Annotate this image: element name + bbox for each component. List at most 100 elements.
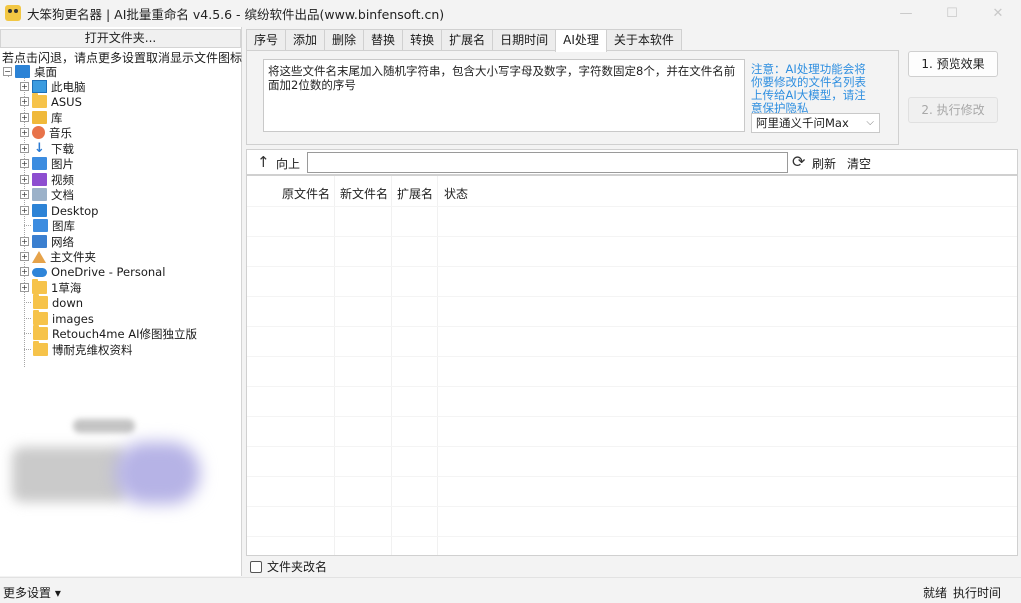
- refresh-button[interactable]: 刷新: [812, 155, 836, 172]
- tab-bar: 序号 添加 删除 替换 转换 扩展名 日期时间 AI处理 关于本软件: [246, 29, 682, 52]
- expand-toggle[interactable]: +: [20, 283, 29, 292]
- refresh-icon[interactable]: ⟳: [792, 152, 805, 171]
- desktop-icon: [15, 65, 30, 78]
- file-list-table[interactable]: 原文件名 新文件名 扩展名 状态: [246, 175, 1018, 556]
- tab-about[interactable]: 关于本软件: [605, 29, 682, 51]
- expand-toggle[interactable]: +: [20, 113, 29, 122]
- title-bar: 大笨狗更名器 | AI批量重命名 v4.5.6 - 缤纷软件出品(www.bin…: [0, 0, 1021, 26]
- model-select[interactable]: 阿里通义千问Max ⌵: [751, 113, 880, 133]
- tab-replace[interactable]: 替换: [363, 29, 404, 51]
- tree-item-images[interactable]: images: [33, 310, 94, 326]
- folder-icon: [33, 341, 48, 356]
- expand-toggle[interactable]: +: [20, 159, 29, 168]
- tab-extension[interactable]: 扩展名: [441, 29, 494, 51]
- tree-item-label: down: [52, 295, 84, 310]
- column-header-original-name[interactable]: 原文件名: [282, 185, 330, 202]
- expand-toggle[interactable]: +: [20, 267, 29, 276]
- tree-item-label: OneDrive - Personal: [51, 264, 166, 279]
- app-logo-icon: [5, 5, 21, 21]
- tree-item-label: 视频: [51, 172, 74, 187]
- tree-item-label: 音乐: [49, 125, 72, 140]
- tree-item-videos[interactable]: + 视频: [20, 172, 74, 187]
- expand-toggle[interactable]: +: [20, 97, 29, 106]
- desktop-folder-icon: [32, 204, 47, 217]
- expand-toggle[interactable]: +: [20, 206, 29, 215]
- maximize-button[interactable]: ☐: [929, 0, 975, 26]
- expand-toggle[interactable]: +: [20, 82, 29, 91]
- tree-item-label: 图库: [52, 218, 75, 233]
- tree-item-library[interactable]: + 库: [20, 110, 63, 125]
- clear-button[interactable]: 清空: [847, 155, 871, 172]
- pictures-icon: [32, 157, 47, 170]
- column-header-new-name[interactable]: 新文件名: [340, 185, 388, 202]
- tree-item-caohai[interactable]: + 1草海: [20, 279, 81, 295]
- folder-rename-option[interactable]: 文件夹改名: [250, 558, 327, 575]
- tab-add[interactable]: 添加: [285, 29, 326, 51]
- tree-item-label: images: [52, 311, 94, 326]
- blurred-region: [115, 442, 200, 504]
- expand-toggle[interactable]: +: [20, 175, 29, 184]
- tab-ai-processing[interactable]: AI处理: [555, 29, 607, 52]
- tree-item-pictures[interactable]: + 图片: [20, 156, 74, 171]
- tree-item-downloads[interactable]: + ↓ 下载: [20, 141, 74, 156]
- tree-item-label: 库: [51, 110, 63, 125]
- tab-datetime[interactable]: 日期时间: [492, 29, 557, 51]
- more-settings-button[interactable]: 更多设置 ▾: [3, 584, 61, 601]
- privacy-notice: 注意：AI处理功能会将你要修改的文件名列表上传给AI大模型，请注意保护隐私: [751, 62, 866, 115]
- tree-item-desktop-folder[interactable]: + Desktop: [20, 203, 98, 218]
- tab-convert[interactable]: 转换: [402, 29, 443, 51]
- folder-icon: [33, 294, 48, 309]
- tree-item-gallery[interactable]: 图库: [33, 218, 75, 233]
- expand-toggle[interactable]: +: [20, 252, 29, 261]
- up-button[interactable]: 向上: [276, 155, 300, 172]
- expand-toggle[interactable]: +: [20, 144, 29, 153]
- tree-item-label: 网络: [51, 234, 74, 249]
- column-header-status[interactable]: 状态: [444, 185, 468, 202]
- tree-item-label: 文档: [51, 187, 74, 202]
- onedrive-icon: [32, 268, 47, 277]
- execute-button[interactable]: 2. 执行修改: [908, 97, 998, 123]
- expand-toggle[interactable]: +: [20, 128, 29, 137]
- expand-toggle[interactable]: +: [20, 237, 29, 246]
- arrow-up-icon[interactable]: ↑: [257, 153, 270, 171]
- tree-item-label: 图片: [51, 156, 74, 171]
- tree-item-home[interactable]: + 主文件夹: [20, 249, 96, 264]
- tree-item-this-pc[interactable]: + 此电脑: [20, 79, 86, 94]
- execution-time-text: 执行时间: [953, 586, 1002, 600]
- tab-sequence[interactable]: 序号: [246, 29, 287, 51]
- tree-item-label: 桌面: [34, 64, 57, 79]
- tree-item-down[interactable]: down: [33, 294, 84, 310]
- download-icon: ↓: [34, 141, 45, 156]
- tree-item-music[interactable]: + 音乐: [20, 125, 72, 140]
- tree-item-label: 下载: [51, 141, 74, 156]
- ai-prompt-input[interactable]: 将这些文件名末尾加入随机字符串，包含大小写字母及数字，字符数固定8个，并在文件名…: [263, 59, 745, 132]
- network-icon: [32, 235, 47, 248]
- window-controls: — ☐ ✕: [883, 0, 1021, 26]
- minimize-button[interactable]: —: [883, 0, 929, 26]
- tree-item-label: Retouch4me AI修图独立版: [52, 326, 198, 341]
- music-icon: [32, 126, 45, 139]
- expand-toggle[interactable]: +: [20, 190, 29, 199]
- collapse-toggle[interactable]: −: [3, 67, 12, 76]
- tree-item-documents[interactable]: + 文档: [20, 187, 74, 202]
- tree-item-retouch4me[interactable]: Retouch4me AI修图独立版: [33, 325, 198, 341]
- column-header-extension[interactable]: 扩展名: [397, 185, 433, 202]
- blurred-region: [73, 419, 135, 433]
- library-icon: [32, 111, 47, 124]
- path-toolbar: ↑ 向上 ⟳ 刷新 清空: [246, 149, 1018, 175]
- folder-rename-checkbox[interactable]: [250, 560, 262, 573]
- tree-item-asus[interactable]: + ASUS: [20, 93, 82, 109]
- tree-item-network[interactable]: + 网络: [20, 234, 74, 249]
- home-icon: [32, 250, 46, 263]
- tree-item-bonaike[interactable]: 博耐克维权资料: [33, 341, 133, 357]
- tree-item-label: Desktop: [51, 203, 99, 218]
- preview-button[interactable]: 1. 预览效果: [908, 51, 998, 77]
- path-input[interactable]: [307, 152, 788, 173]
- videos-icon: [32, 173, 47, 186]
- folder-icon: [33, 325, 48, 340]
- open-folder-button[interactable]: 打开文件夹...: [0, 29, 241, 48]
- tree-item-desktop[interactable]: − 桌面: [3, 64, 57, 79]
- close-button[interactable]: ✕: [975, 0, 1021, 26]
- tab-delete[interactable]: 删除: [324, 29, 365, 51]
- tree-item-onedrive[interactable]: + OneDrive - Personal: [20, 264, 165, 279]
